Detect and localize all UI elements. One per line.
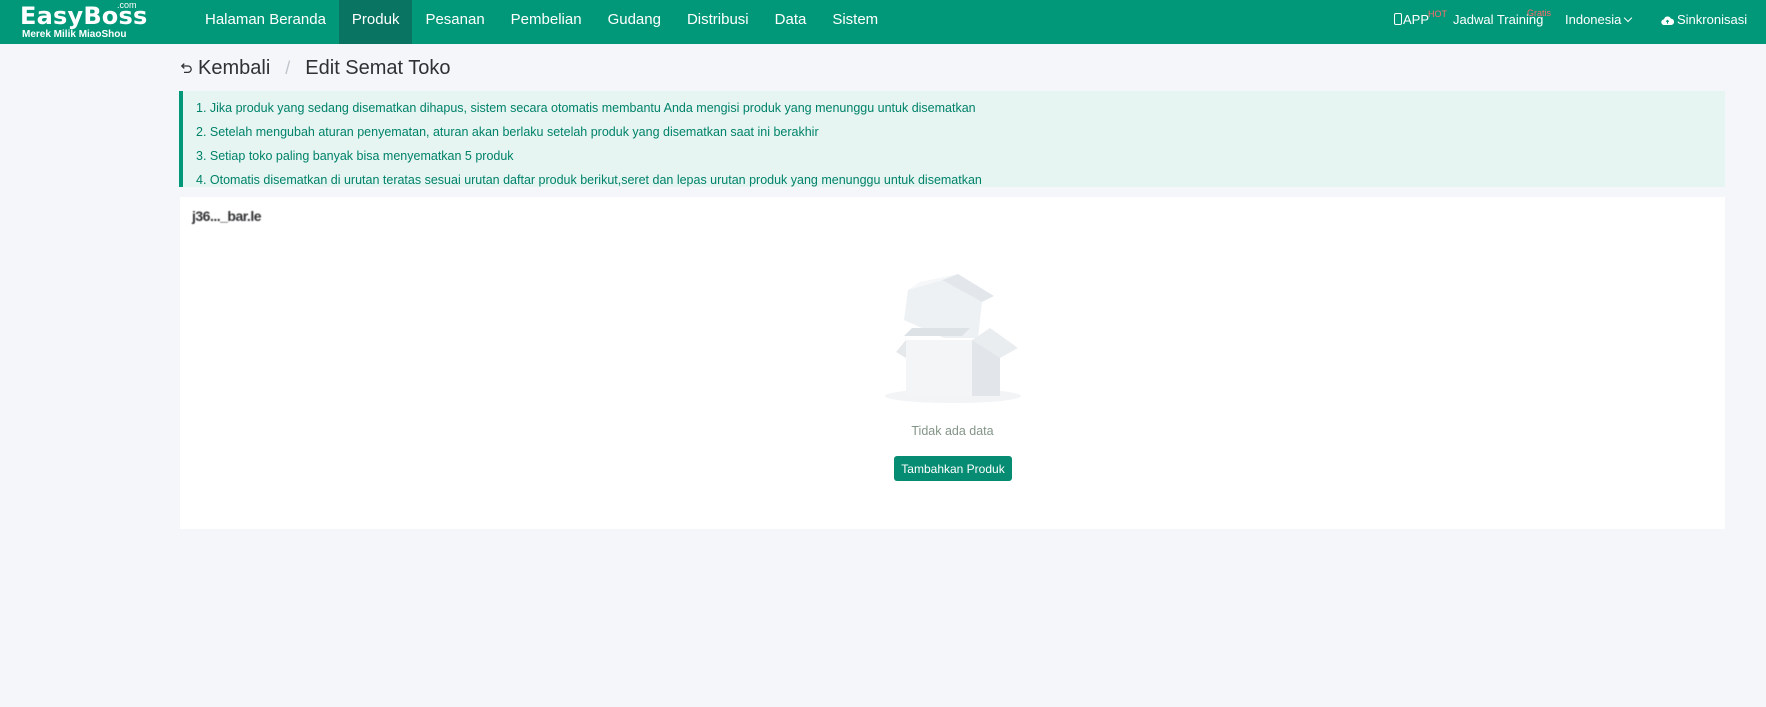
logo-domain-suffix: .com bbox=[117, 0, 137, 10]
page-title: Edit Semat Toko bbox=[305, 56, 451, 79]
app-label: APP bbox=[1403, 12, 1430, 27]
sync-button[interactable]: Sinkronisasi bbox=[1661, 0, 1747, 44]
notice-line: 2. Setelah mengubah aturan penyematan, a… bbox=[196, 125, 819, 139]
nav-item-pesanan[interactable]: Pesanan bbox=[412, 0, 497, 44]
main-menu: Halaman Beranda Produk Pesanan Pembelian… bbox=[192, 0, 891, 44]
empty-state-text: Tidak ada data bbox=[911, 424, 994, 438]
pinned-products-panel: j36..._bar.le Tidak ada data Tambahkan P… bbox=[180, 197, 1725, 529]
shop-name: j36..._bar.le bbox=[192, 208, 262, 224]
nav-item-produk[interactable]: Produk bbox=[338, 0, 413, 44]
notice-line: 1. Jika produk yang sedang disematkan di… bbox=[196, 101, 976, 115]
logo-tagline: Merek Milik MiaoShou bbox=[22, 29, 127, 40]
info-notice: 1. Jika produk yang sedang disematkan di… bbox=[179, 91, 1725, 187]
nav-item-gudang[interactable]: Gudang bbox=[595, 0, 674, 44]
training-schedule-link[interactable]: Jadwal Training Gratis bbox=[1453, 0, 1551, 44]
nav-item-sistem[interactable]: Sistem bbox=[819, 0, 891, 44]
add-product-button[interactable]: Tambahkan Produk bbox=[894, 456, 1012, 481]
notice-line: 3. Setiap toko paling banyak bisa menyem… bbox=[196, 149, 514, 163]
top-navigation-bar: EasyBoss .com Merek Milik MiaoShou Halam… bbox=[0, 0, 1766, 44]
nav-item-halaman-beranda[interactable]: Halaman Beranda bbox=[192, 0, 339, 44]
app-download-link[interactable]: APP HOT bbox=[1394, 0, 1447, 44]
nav-item-data[interactable]: Data bbox=[762, 0, 820, 44]
cloud-sync-icon bbox=[1661, 16, 1674, 26]
language-selector[interactable]: Indonesia bbox=[1565, 0, 1633, 44]
nav-item-pembelian[interactable]: Pembelian bbox=[498, 0, 595, 44]
language-label: Indonesia bbox=[1565, 12, 1622, 27]
breadcrumb: Kembali / Edit Semat Toko bbox=[179, 54, 451, 82]
chevron-down-icon bbox=[1624, 13, 1633, 23]
mobile-phone-icon bbox=[1394, 13, 1402, 25]
nav-item-distribusi[interactable]: Distribusi bbox=[674, 0, 762, 44]
back-label: Kembali bbox=[198, 56, 271, 79]
empty-box-illustration bbox=[885, 274, 1021, 403]
easyboss-logo[interactable]: EasyBoss .com Merek Milik MiaoShou bbox=[20, 0, 147, 42]
notice-line: 4. Otomatis disematkan di urutan teratas… bbox=[196, 173, 982, 187]
hot-badge: HOT bbox=[1428, 9, 1447, 19]
sync-label: Sinkronisasi bbox=[1677, 12, 1748, 27]
breadcrumb-separator: / bbox=[285, 57, 291, 78]
undo-arrow-icon bbox=[180, 63, 192, 74]
free-badge: Gratis bbox=[1527, 8, 1552, 18]
back-link[interactable]: Kembali bbox=[179, 57, 270, 80]
